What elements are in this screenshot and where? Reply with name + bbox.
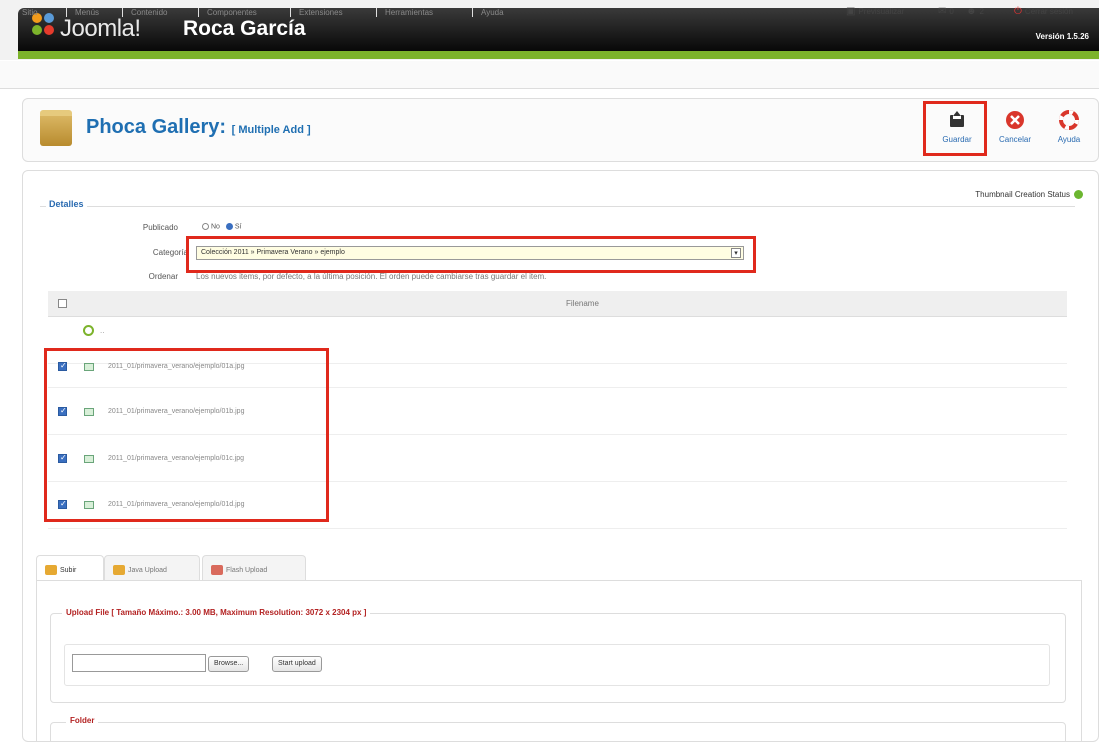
preview-icon: ▣ bbox=[846, 6, 856, 17]
folder-up-link[interactable]: .. bbox=[100, 326, 104, 335]
menu-item-components[interactable]: Componentes bbox=[198, 8, 257, 17]
thumbnail-status: Thumbnail Creation Status bbox=[975, 190, 1083, 200]
tab-upload-label: Subir bbox=[60, 566, 77, 574]
published-radio-group: No Sí bbox=[202, 223, 242, 230]
cancel-icon bbox=[1006, 111, 1024, 129]
filename-column-header: Filename bbox=[566, 299, 599, 308]
folder-legend: Folder bbox=[66, 716, 99, 725]
header-accent-line bbox=[18, 51, 1099, 59]
logout-icon: ⏻ bbox=[1014, 6, 1022, 17]
save-highlight-box bbox=[923, 101, 987, 156]
preview-link[interactable]: ▣ Previsualizar bbox=[846, 6, 904, 17]
menu-item-content[interactable]: Contenido bbox=[122, 8, 167, 17]
menu-item-extensions[interactable]: Extensiones bbox=[290, 8, 343, 17]
tab-flash-upload[interactable]: Flash Upload bbox=[202, 555, 306, 581]
phoca-gallery-icon bbox=[40, 110, 72, 146]
menu-item-help[interactable]: Ayuda bbox=[472, 8, 504, 17]
upload-icon bbox=[45, 565, 57, 575]
folder-fieldset bbox=[50, 722, 1066, 742]
brand-bar bbox=[18, 8, 1099, 51]
cancel-label: Cancelar bbox=[998, 135, 1031, 144]
message-icon: ✉ bbox=[938, 6, 947, 17]
view-subtitle: [ Multiple Add ] bbox=[231, 124, 311, 136]
users-status[interactable]: ☻ 2 bbox=[966, 6, 984, 17]
folder-up-icon[interactable] bbox=[83, 325, 94, 336]
version-label: Versión 1.5.26 bbox=[1035, 32, 1089, 41]
details-legend: Detalles bbox=[46, 199, 87, 209]
ordering-text: Los nuevos items, por defecto, a la últi… bbox=[196, 272, 547, 281]
logout-label: Cerrar sesión bbox=[1024, 7, 1073, 16]
site-name: Roca García bbox=[183, 17, 306, 40]
tab-flash-upload-label: Flash Upload bbox=[226, 566, 268, 574]
files-highlight-box bbox=[44, 348, 329, 522]
help-button[interactable]: Ayuda bbox=[1041, 108, 1097, 154]
file-input[interactable] bbox=[72, 654, 206, 672]
menu-item-menus[interactable]: Menús bbox=[66, 8, 99, 17]
tab-upload[interactable]: Subir bbox=[36, 555, 104, 581]
published-no-label: No bbox=[211, 223, 220, 231]
published-yes-radio[interactable] bbox=[225, 223, 233, 230]
ordering-label: Ordenar bbox=[148, 272, 178, 281]
category-highlight-box bbox=[186, 236, 756, 273]
published-label: Publicado bbox=[142, 223, 178, 232]
upload-file-legend: Upload File [ Tamaño Máximo.: 3.00 MB, M… bbox=[62, 608, 371, 617]
select-all-checkbox[interactable] bbox=[58, 299, 67, 308]
joomla-wordmark: Joomla! bbox=[60, 15, 141, 42]
page-title: Phoca Gallery: [ Multiple Add ] bbox=[86, 116, 311, 139]
published-no-radio[interactable] bbox=[202, 223, 209, 230]
tab-java-upload[interactable]: Java Upload bbox=[104, 555, 200, 581]
java-icon bbox=[113, 565, 125, 575]
flash-icon bbox=[211, 565, 223, 575]
published-yes-label: Sí bbox=[234, 223, 242, 231]
users-count: 2 bbox=[979, 7, 984, 16]
help-label: Ayuda bbox=[1057, 135, 1081, 144]
component-title: Phoca Gallery: bbox=[86, 116, 227, 138]
status-ok-icon bbox=[1074, 190, 1083, 200]
category-label: Categoría bbox=[152, 248, 188, 257]
menu-item-tools[interactable]: Herramientas bbox=[376, 8, 433, 17]
start-upload-button[interactable]: Start upload bbox=[272, 656, 322, 672]
tab-java-upload-label: Java Upload bbox=[128, 566, 167, 574]
preview-label: Previsualizar bbox=[858, 7, 905, 16]
browse-button[interactable]: Browse... bbox=[208, 656, 250, 672]
main-menu bbox=[0, 61, 1099, 89]
messages-count: 0 bbox=[949, 7, 954, 16]
messages-status[interactable]: ✉ 0 bbox=[938, 6, 954, 17]
thumbnail-status-label: Thumbnail Creation Status bbox=[975, 190, 1070, 199]
users-icon: ☻ bbox=[966, 6, 977, 17]
files-table-header: Filename bbox=[48, 291, 1067, 317]
menu-item-site[interactable]: Sitio bbox=[14, 8, 38, 17]
logout-link[interactable]: ⏻ Cerrar sesión bbox=[1014, 6, 1073, 17]
cancel-button[interactable]: Cancelar bbox=[987, 108, 1043, 154]
help-icon bbox=[1059, 110, 1079, 130]
